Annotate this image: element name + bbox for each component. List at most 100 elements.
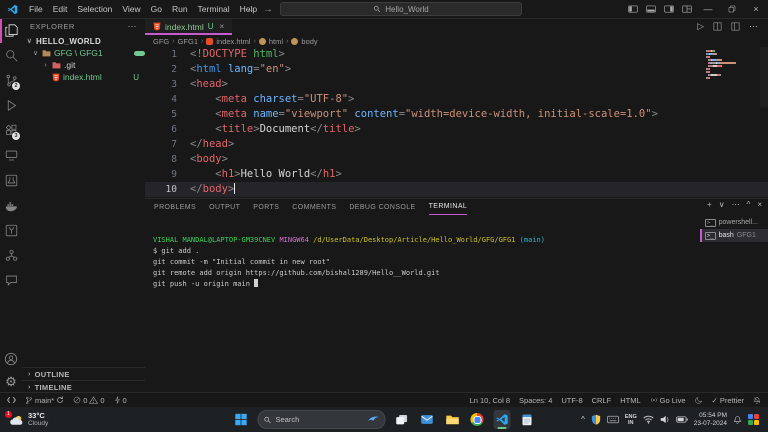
menu-selection[interactable]: Selection	[72, 4, 117, 14]
split-editor-icon[interactable]	[713, 22, 722, 31]
remote-indicator[interactable]	[7, 396, 16, 404]
start-button[interactable]	[233, 410, 250, 429]
toggle-layout-icon[interactable]	[731, 22, 740, 31]
docker-icon[interactable]	[0, 193, 22, 218]
run-button[interactable]: ▷	[697, 21, 704, 32]
tab-close-icon[interactable]: ×	[220, 22, 225, 31]
toggle-panel-icon[interactable]	[642, 0, 660, 18]
widgets-icon[interactable]	[748, 414, 759, 425]
menu-file[interactable]: File	[24, 4, 48, 14]
code-area[interactable]: 1<!DOCTYPE html>2<html lang="en">3<head>…	[145, 47, 768, 198]
file-explorer-icon[interactable]	[444, 410, 461, 429]
panel-more-icon[interactable]: ⋯	[732, 200, 740, 209]
source-control-icon[interactable]: 2	[0, 68, 22, 93]
panel-tab-ports[interactable]: PORTS	[253, 200, 279, 215]
taskbar-search-box[interactable]: Search	[258, 410, 386, 429]
do-not-disturb-icon[interactable]	[695, 396, 703, 404]
menu-terminal[interactable]: Terminal	[193, 4, 235, 14]
breadcrumb-item[interactable]: index.html	[216, 37, 250, 46]
prettier-indicator[interactable]: ✓ Prettier	[712, 396, 744, 405]
clock-widget[interactable]: 05:54 PM 23-07-2024	[694, 412, 727, 428]
search-icon[interactable]	[0, 43, 22, 68]
defender-shield-icon[interactable]	[591, 414, 601, 425]
panel-tab-output[interactable]: OUTPUT	[209, 200, 240, 215]
more-actions-icon[interactable]: ⋯	[749, 21, 758, 32]
explorer-icon[interactable]	[0, 18, 22, 43]
notepad-app-icon[interactable]	[519, 410, 536, 429]
eol-sequence[interactable]: CRLF	[592, 396, 612, 405]
breadcrumb-item[interactable]: GFG1	[178, 37, 198, 46]
testing-icon[interactable]	[0, 168, 22, 193]
account-icon[interactable]	[0, 346, 22, 371]
touch-keyboard-icon[interactable]	[607, 415, 619, 424]
layouts-icon[interactable]	[678, 0, 696, 18]
back-arrow-icon[interactable]: ←	[246, 4, 256, 15]
branch-indicator[interactable]: main*	[25, 396, 64, 405]
mail-app-icon[interactable]	[419, 410, 436, 429]
panel-tab-problems[interactable]: PROBLEMS	[154, 200, 196, 215]
maximize-panel-icon[interactable]: ^	[747, 200, 751, 209]
makefile-icon[interactable]	[0, 218, 22, 243]
run-debug-icon[interactable]	[0, 93, 22, 118]
toggle-secondary-sidebar-icon[interactable]	[660, 0, 678, 18]
terminal-list-item[interactable]: >_bashGFG1	[700, 229, 768, 242]
editor-scrollbar[interactable]	[760, 47, 768, 107]
problems-indicator[interactable]: 0 0	[73, 396, 104, 405]
encoding[interactable]: UTF-8	[561, 396, 582, 405]
chrome-icon[interactable]	[469, 410, 486, 429]
tab-index-html[interactable]: index.html U ×	[145, 18, 232, 35]
menu-view[interactable]: View	[117, 4, 145, 14]
menu-edit[interactable]: Edit	[48, 4, 73, 14]
language-indicator[interactable]: ENG IN	[625, 414, 637, 426]
settings-gear-icon[interactable]: ⚙	[0, 371, 22, 393]
weather-widget[interactable]: 1 33°C Cloudy	[9, 412, 48, 428]
tree-item-git-folder[interactable]: › .git	[22, 59, 145, 71]
ports-indicator[interactable]: 0	[114, 396, 127, 405]
command-search-box[interactable]: Hello_World	[280, 2, 522, 16]
breadcrumb-item[interactable]: GFG	[153, 37, 169, 46]
forward-arrow-icon[interactable]: →	[263, 4, 273, 15]
breadcrumb-item[interactable]: body	[301, 37, 317, 46]
remote-explorer-icon[interactable]	[0, 143, 22, 168]
terminal-list-item[interactable]: >_powershell...	[700, 216, 768, 229]
wifi-icon[interactable]	[643, 415, 654, 424]
toggle-sidebar-icon[interactable]	[624, 0, 642, 18]
minimap[interactable]	[706, 50, 736, 80]
extensions-icon[interactable]: 3	[0, 118, 22, 143]
breadcrumb-item[interactable]: html	[269, 37, 283, 46]
vscode-taskbar-icon[interactable]	[494, 410, 511, 429]
indentation[interactable]: Spaces: 4	[519, 396, 552, 405]
volume-icon[interactable]	[660, 415, 670, 424]
language-mode[interactable]: HTML	[620, 396, 640, 405]
panel-tab-debug-console[interactable]: DEBUG CONSOLE	[349, 200, 415, 215]
restore-button[interactable]	[720, 0, 744, 18]
explorer-more-icon[interactable]: ⋯	[128, 21, 138, 32]
folder-icon	[42, 49, 51, 57]
tree-root-hello-world[interactable]: ∨ HELLO_WORLD	[22, 35, 145, 47]
panel-tab-terminal[interactable]: TERMINAL	[429, 199, 468, 215]
tree-item-gfg-folder[interactable]: ∨ GFG \ GFG1	[22, 47, 145, 59]
line-number: 2	[145, 62, 190, 77]
close-panel-icon[interactable]: ×	[757, 200, 762, 209]
menu-run[interactable]: Run	[167, 4, 193, 14]
tray-overflow-chevron[interactable]: ^	[581, 415, 585, 424]
notifications-bell-icon[interactable]	[753, 396, 761, 405]
cursor-position[interactable]: Ln 10, Col 8	[470, 396, 510, 405]
menu-go[interactable]: Go	[146, 4, 167, 14]
new-terminal-icon[interactable]: +	[707, 200, 712, 209]
terminal-dropdown-icon[interactable]: ∨	[719, 200, 725, 209]
outline-section[interactable]: › OUTLINE	[22, 367, 145, 380]
tree-item-index-html[interactable]: index.html U	[22, 71, 145, 83]
panel-tab-comments[interactable]: COMMENTS	[292, 200, 336, 215]
notification-bell-icon[interactable]	[733, 415, 742, 425]
battery-icon[interactable]	[676, 416, 688, 423]
explorer-sidebar: EXPLORER ⋯ ∨ HELLO_WORLD ∨ GFG \ GFG1 › …	[22, 18, 146, 393]
chat-icon[interactable]	[0, 268, 22, 293]
terminal-output[interactable]: VISHAL MANDAL@LAPTOP-GM39CNEV MINGW64 /d…	[153, 235, 696, 290]
minimize-button[interactable]: —	[696, 0, 720, 18]
go-live-button[interactable]: Go Live	[650, 396, 686, 405]
close-button[interactable]: ×	[744, 0, 768, 18]
errors-icon	[73, 396, 81, 404]
task-view-button[interactable]	[394, 410, 411, 429]
hierarchy-icon[interactable]	[0, 243, 22, 268]
